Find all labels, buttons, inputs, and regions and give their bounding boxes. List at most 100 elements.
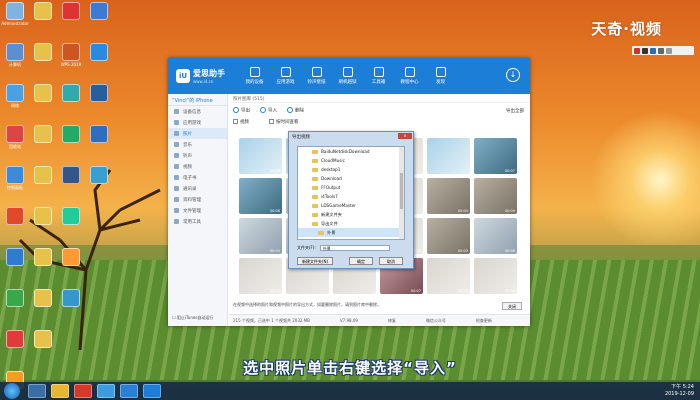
import-button[interactable]: 导入 (260, 106, 277, 113)
desktop-icon[interactable] (86, 2, 112, 38)
desktop-icon[interactable] (58, 207, 84, 243)
sidebar-item-contacts[interactable]: 通讯录 (168, 183, 227, 194)
folder-input[interactable]: 外景 (319, 245, 390, 251)
delete-button[interactable]: 删除 (287, 106, 304, 113)
sidebar-item-data[interactable]: 资料管理 (168, 194, 227, 205)
video-thumbnail[interactable]: 00:08 (239, 178, 282, 214)
folder-item[interactable]: BaiduNetdiskDownload (298, 147, 404, 156)
taskbar-app[interactable] (51, 384, 69, 398)
close-button[interactable]: 关闭 (502, 302, 522, 310)
desktop-icon[interactable] (86, 43, 112, 79)
taskbar-app[interactable] (74, 384, 92, 398)
device-name[interactable]: “Vincl”的 iPhone (168, 94, 227, 106)
sidebar-item-photos[interactable]: 照片 (168, 128, 227, 139)
repair-link[interactable]: 修复 (388, 318, 396, 324)
export-button[interactable]: 导出 (233, 106, 250, 113)
wechat-link[interactable]: 微信公众号 (426, 318, 446, 324)
floating-toolbar[interactable] (632, 46, 694, 55)
taskbar-app[interactable] (143, 384, 161, 398)
desktop-icon[interactable] (30, 207, 56, 243)
sidebar-item-ringtones[interactable]: 铃声 (168, 150, 227, 161)
desktop-icon[interactable] (2, 207, 28, 243)
taskbar-app[interactable] (120, 384, 138, 398)
nav-my-device[interactable]: 我的设备 (239, 58, 270, 94)
video-thumbnail[interactable]: 00:08 (474, 218, 517, 254)
sidebar-item-apps[interactable]: 应用游戏 (168, 117, 227, 128)
folder-item[interactable]: FFOutput (298, 183, 404, 192)
taskbar-app[interactable] (28, 384, 46, 398)
sidebar-item-ebooks[interactable]: 电子书 (168, 172, 227, 183)
desktop-icon[interactable] (30, 2, 56, 38)
folder-item[interactable]: 新建文件夹 (298, 210, 404, 219)
ok-button[interactable]: 确定 (349, 257, 373, 265)
nav-apps[interactable]: 应用游戏 (270, 58, 301, 94)
folder-item[interactable]: i4Tools7 (298, 192, 404, 201)
system-clock[interactable]: 下午 5:24 2019-12-09 (665, 384, 694, 398)
taskbar-app[interactable] (97, 384, 115, 398)
desktop-icon[interactable] (30, 166, 56, 202)
sidebar-item-music[interactable]: 音乐 (168, 139, 227, 150)
folder-item[interactable]: LDSGameMaster (298, 201, 404, 210)
sidebar-item-device-info[interactable]: 设备信息 (168, 106, 227, 117)
tree-scrollbar[interactable] (399, 147, 404, 239)
desktop-icon[interactable]: 控制面板 (2, 166, 28, 202)
video-thumbnail[interactable]: 00:05 (427, 258, 470, 294)
export-all-link[interactable]: 导出全部 (506, 108, 524, 114)
desktop-icon[interactable] (58, 166, 84, 202)
sidebar-item-tools[interactable]: 常用工具 (168, 216, 227, 227)
video-thumbnail[interactable]: 00:03 (239, 218, 282, 254)
new-folder-button[interactable]: 新建文件夹(N) (297, 257, 333, 265)
device-icon (249, 67, 260, 77)
video-thumbnail[interactable] (427, 138, 470, 174)
folder-item[interactable]: CloudMusic (298, 156, 404, 165)
folder-item[interactable]: Download (298, 174, 404, 183)
desktop-icon[interactable]: WPS 2019 (58, 43, 84, 79)
video-thumbnail[interactable]: 00:04 (427, 178, 470, 214)
cancel-button[interactable]: 取消 (379, 257, 403, 265)
desktop-icon[interactable] (58, 289, 84, 325)
view-by-time-checkbox[interactable]: 按时间查看 (269, 119, 299, 125)
video-thumbnail[interactable]: 00:09 (474, 178, 517, 214)
sidebar-item-files[interactable]: 文件管理 (168, 205, 227, 216)
desktop-icon[interactable]: 回收站 (2, 125, 28, 161)
desktop-icon[interactable] (58, 125, 84, 161)
video-thumbnail[interactable]: 00:02 (239, 258, 282, 294)
dialog-close-icon[interactable]: × (398, 133, 412, 139)
nav-flash[interactable]: 刷机越狱 (332, 58, 363, 94)
desktop-icon[interactable]: 网络 (2, 84, 28, 120)
video-thumbnail[interactable]: 00:07 (474, 138, 517, 174)
desktop-icon[interactable] (2, 289, 28, 325)
desktop-icon[interactable]: Administrator (1, 2, 29, 38)
desktop-icon[interactable] (30, 125, 56, 161)
download-icon[interactable]: ↓ (506, 68, 520, 82)
sidebar-item-videos[interactable]: 视频 (168, 161, 227, 172)
folder-item[interactable]: desktop1 (298, 165, 404, 174)
desktop-icon[interactable] (30, 248, 56, 284)
nav-toolbox[interactable]: 工具箱 (363, 58, 394, 94)
nav-discover[interactable]: 发现 (425, 58, 456, 94)
desktop-icon[interactable] (58, 2, 84, 38)
desktop-icon[interactable] (86, 125, 112, 161)
start-button[interactable] (4, 383, 20, 399)
photo-icon (174, 131, 179, 136)
itunes-checkbox[interactable]: ☐ 阻止iTunes自动运行 (172, 315, 213, 321)
desktop-icon[interactable] (58, 248, 84, 284)
desktop-icon[interactable] (58, 84, 84, 120)
desktop-icon[interactable] (30, 84, 56, 120)
app-logo: iU 爱思助手 www.i4.cn (176, 68, 225, 84)
folder-item[interactable]: 导出文件 (298, 219, 404, 228)
desktop-icon[interactable] (2, 248, 28, 284)
video-thumbnail[interactable]: 00:08 (474, 258, 517, 294)
desktop-icon[interactable] (30, 43, 56, 79)
video-thumbnail[interactable]: 00:03 (427, 218, 470, 254)
videos-checkbox[interactable]: 视频 (233, 119, 249, 125)
desktop-icon[interactable] (86, 166, 112, 202)
desktop-icon[interactable] (30, 289, 56, 325)
update-link[interactable]: 检查更新 (476, 318, 492, 324)
video-thumbnail[interactable]: 00:08 (239, 138, 282, 174)
nav-tutorials[interactable]: 教程中心 (394, 58, 425, 94)
nav-ringtones[interactable]: 铃声壁纸 (301, 58, 332, 94)
folder-item-selected[interactable]: 外景 (298, 228, 404, 237)
desktop-icon[interactable] (86, 84, 112, 120)
desktop-icon[interactable]: 计算机 (2, 43, 28, 79)
